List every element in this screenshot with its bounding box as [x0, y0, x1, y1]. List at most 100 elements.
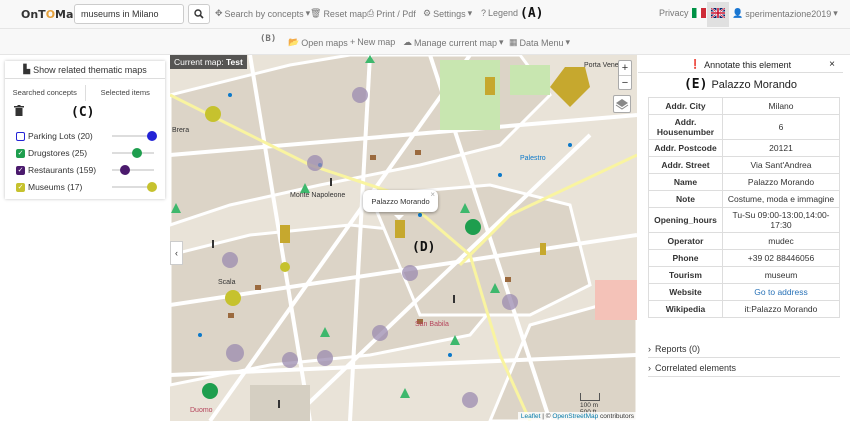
element-title: (E) Palazzo Morando [683, 77, 798, 92]
top-navbar: OnTOMap ✥Search by concepts▾ 🗑Reset map … [0, 0, 850, 29]
attribute-row: Note Costume, moda e immagine [648, 190, 840, 208]
attribute-value: Costume, moda e immagine [722, 190, 840, 208]
search-button[interactable] [188, 4, 210, 24]
slider-knob[interactable] [132, 148, 143, 158]
layer-checkbox[interactable]: ✓ [16, 148, 25, 158]
attribute-key: Addr. Street [648, 156, 723, 174]
layers-control-button[interactable] [613, 95, 631, 113]
settings-menu[interactable]: ⚙ Settings ▾ [423, 8, 472, 19]
attribute-value: Via Sant'Andrea [722, 156, 840, 174]
attribute-row: Addr. Street Via Sant'Andrea [648, 156, 840, 174]
layer-item: ✓ Museums (17) [16, 180, 161, 194]
new-map-button[interactable]: + New map [350, 37, 395, 47]
attribute-value: it:Palazzo Morando [722, 300, 840, 318]
layer-checkbox[interactable]: ✓ [16, 165, 25, 175]
annotation-label-d: (D) [412, 240, 436, 255]
legend-button[interactable]: ? Legend [481, 8, 518, 18]
details-panel: ❗ Annotate this element × (E) Palazzo Moran… [638, 55, 850, 421]
attribute-value: Milano [722, 97, 840, 115]
layer-checkbox[interactable] [16, 131, 25, 141]
tab-selected-items[interactable]: Selected items [86, 85, 166, 101]
map-label-duomo: Duomo [190, 407, 213, 414]
open-maps-button[interactable]: 📂 Open maps [288, 37, 348, 48]
user-icon: 👤 [732, 8, 744, 18]
attribute-key: Addr. Postcode [648, 139, 723, 157]
layer-opacity-slider[interactable] [112, 148, 154, 158]
slider-knob[interactable] [146, 182, 157, 192]
caret-down-icon: ▾ [565, 37, 571, 47]
slider-knob[interactable] [146, 131, 157, 141]
user-menu[interactable]: 👤 sperimentazione2019 ▾ [732, 8, 838, 19]
uk-flag-icon[interactable] [711, 8, 725, 18]
app-logo[interactable]: OnTOMap [21, 8, 81, 21]
chevron-right-icon: › [648, 344, 651, 354]
zoom-out-button[interactable]: − [619, 75, 631, 90]
close-icon[interactable]: × [829, 59, 835, 70]
privacy-link[interactable]: Privacy [659, 8, 689, 18]
attribute-row: Opening_hours Tu-Su 09:00-13:00,14:00-17:… [648, 207, 840, 233]
clear-trash-icon[interactable] [14, 105, 24, 118]
caret-down-icon: ▾ [833, 8, 838, 18]
attribute-row: Wikipedia it:Palazzo Morando [648, 300, 840, 318]
reports-accordion[interactable]: › Reports (0) [648, 341, 840, 358]
layer-label: Drugstores (25) [28, 148, 88, 158]
italian-flag-icon[interactable] [692, 8, 706, 18]
layer-label: Museums (17) [28, 182, 83, 192]
attribute-value: 20121 [722, 139, 840, 157]
caret-down-icon: ▾ [467, 8, 473, 18]
annotation-label-b: (B) [260, 34, 277, 44]
attribute-row: Addr. City Milano [648, 97, 840, 115]
current-map-label: Current map: Test [170, 55, 247, 69]
show-thematic-maps-button[interactable]: ▙ Show related thematic maps [5, 61, 165, 79]
attribute-value: Go to address [722, 283, 840, 301]
layer-opacity-slider[interactable] [112, 131, 157, 141]
leaflet-link[interactable]: Leaflet [521, 413, 541, 420]
attribute-value: museum [722, 266, 840, 284]
attribute-row: Operator mudec [648, 232, 840, 250]
annotation-label-a: (A) [520, 6, 544, 21]
map-popup: Palazzo Morando × [363, 190, 438, 212]
annotate-element-button[interactable]: ❗ Annotate this element × [638, 57, 843, 73]
layer-opacity-slider[interactable] [112, 182, 157, 192]
layer-opacity-slider[interactable] [112, 165, 154, 175]
layers-icon [615, 99, 629, 110]
chevron-left-icon: ‹ [175, 248, 178, 258]
attribute-key: Operator [648, 232, 723, 250]
zoom-in-button[interactable]: + [619, 61, 631, 75]
collapse-left-panel-button[interactable]: ‹ [170, 241, 183, 265]
chevron-right-icon: › [648, 363, 651, 373]
attribute-key: Name [648, 173, 723, 191]
attribute-row: Name Palazzo Morando [648, 173, 840, 191]
attribute-value: Palazzo Morando [722, 173, 840, 191]
osm-link[interactable]: OpenStreetMap [552, 413, 598, 420]
website-link[interactable]: Go to address [754, 287, 807, 297]
folder-open-icon: 📂 [288, 37, 300, 47]
cloud-icon: ☁ [403, 37, 412, 47]
annotation-label-c: (C) [71, 105, 95, 120]
gear-icon: ⚙ [423, 8, 432, 18]
layer-label: Parking Lots (20) [28, 131, 93, 141]
move-icon: ✥ [215, 8, 223, 18]
tab-searched-concepts[interactable]: Searched concepts [5, 85, 86, 101]
layer-item: ✓ Drugstores (25) [16, 146, 161, 160]
slider-knob[interactable] [119, 165, 130, 175]
correlated-elements-accordion[interactable]: › Correlated elements [648, 360, 840, 377]
popup-tip [394, 215, 404, 220]
calendar-icon: ▦ [509, 37, 518, 47]
attributes-table: Addr. City Milano Addr. Housenumber 6 Addr. … [648, 97, 840, 318]
attribute-value: mudec [722, 232, 840, 250]
search-input[interactable] [74, 4, 184, 24]
map-label-san-babila: San Babila [415, 321, 449, 328]
map-canvas[interactable]: Current map: Test Monte Napoleone San Ba… [170, 55, 637, 421]
plus-icon: + [350, 37, 356, 47]
attribute-key: Phone [648, 249, 723, 267]
search-by-concepts-menu[interactable]: ✥ Search by concepts ▾ [215, 8, 310, 19]
popup-close-icon[interactable]: × [430, 190, 435, 199]
layer-checkbox[interactable]: ✓ [16, 182, 25, 192]
reset-map-button[interactable]: 🗑 Reset map [310, 8, 367, 19]
map-toolbar: (B) 📂 Open maps + New map ☁ Manage current … [0, 29, 850, 55]
manage-current-map-menu[interactable]: ☁ Manage current map ▾ [403, 37, 504, 48]
print-pdf-button[interactable]: ⎙ Print / Pdf [367, 8, 416, 19]
data-menu[interactable]: ▦ Data Menu ▾ [509, 37, 570, 48]
map-attribution: Leaflet | © OpenStreetMap contributors [517, 412, 637, 421]
